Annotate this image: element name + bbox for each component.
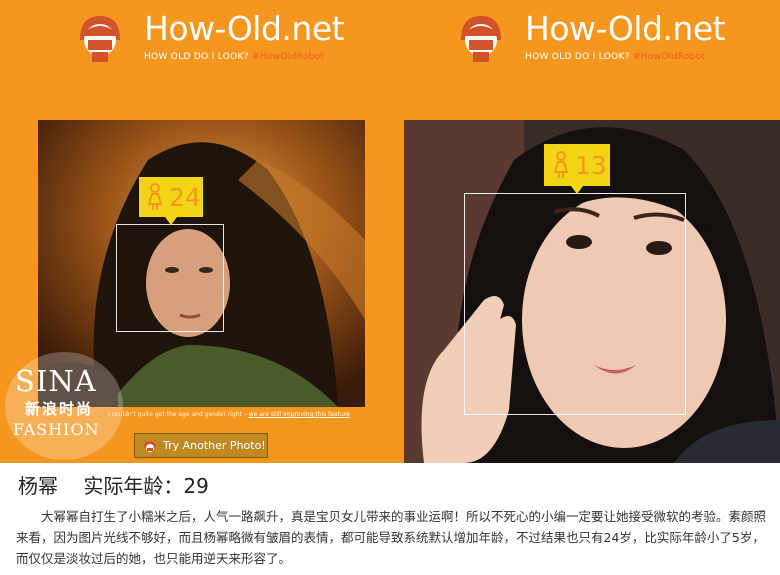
tagline-text: HOW OLD DO I LOOK? [144, 52, 249, 62]
robot-mascot-icon [461, 16, 501, 62]
brand-name: How-Old.net [144, 9, 345, 48]
tagline-text: HOW OLD DO I LOOK? [525, 52, 630, 62]
age-gender-tag: 13 [544, 144, 610, 194]
age-value: 24 [169, 182, 201, 212]
face-detection-box [116, 224, 224, 332]
face-detection-box [464, 193, 686, 415]
robot-icon [144, 440, 156, 452]
caption-title: 杨幂 实际年龄：29 [18, 474, 209, 498]
female-icon [147, 183, 163, 210]
accuracy-notice: I couldn't quite get the age and gender … [108, 411, 350, 418]
female-icon [553, 151, 569, 178]
button-label: Try Another Photo! [163, 439, 266, 452]
watermark-sina: SINA [15, 364, 97, 398]
age-gender-tag: 24 [139, 177, 203, 225]
robot-mascot-icon [80, 16, 120, 62]
tagline: HOW OLD DO I LOOK? #HowOldRobot [525, 52, 725, 62]
watermark-fashion: FASHION [13, 420, 100, 439]
tagline: HOW OLD DO I LOOK? #HowOldRobot [144, 52, 344, 62]
watermark-chinese: 新浪时尚 [25, 400, 94, 418]
logo-right[interactable]: How-Old.net HOW OLD DO I LOOK? #HowOldRo… [455, 9, 726, 62]
hashtag[interactable]: #HowOldRobot [252, 52, 324, 62]
notice-link[interactable]: we are still improving this feature [249, 411, 350, 418]
logo-left[interactable]: How-Old.net HOW OLD DO I LOOK? #HowOldRo… [74, 9, 345, 62]
try-another-photo-button[interactable]: Try Another Photo! [134, 433, 268, 458]
brand-name: How-Old.net [525, 9, 726, 48]
notice-text: I couldn't quite get the age and gender … [108, 411, 249, 418]
hashtag[interactable]: #HowOldRobot [633, 52, 705, 62]
photo-right: 13 [404, 120, 780, 463]
sina-fashion-watermark: SINA 新浪时尚 FASHION [5, 352, 123, 460]
age-value: 13 [575, 150, 607, 180]
caption-body: 大幂幂自打生了小糯米之后，人气一路飙升，真是宝贝女儿带来的事业运啊！所以不死心的… [16, 509, 767, 566]
